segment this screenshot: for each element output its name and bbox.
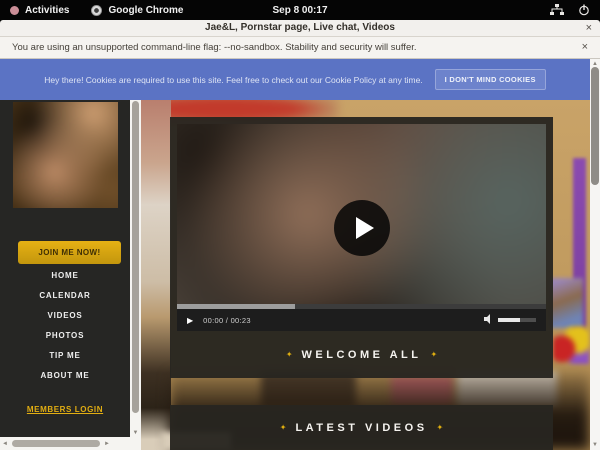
sidebar-photo-blur	[13, 102, 118, 208]
welcome-heading: ✦ WELCOME ALL ✦	[170, 331, 553, 378]
window-title-bar: Jae&L, Pornstar page, Live chat, Videos …	[0, 20, 600, 37]
window-title: Jae&L, Pornstar page, Live chat, Videos	[0, 22, 600, 33]
video-player[interactable]: ▶ 00:00 / 00:23	[177, 124, 546, 331]
chrome-icon	[91, 5, 102, 16]
main-content: ▶ 00:00 / 00:23	[141, 100, 590, 450]
welcome-panel: ▶ 00:00 / 00:23	[170, 117, 553, 378]
latest-videos-panel: ✦ LATEST VIDEOS ✦	[170, 405, 553, 450]
sidebar-vertical-scrollbar[interactable]: ▼	[130, 100, 141, 437]
page-vertical-scrollbar-thumb[interactable]	[591, 67, 599, 185]
screen: Activities Google Chrome Sep 8 00:17	[0, 0, 600, 450]
sidebar-menu: HOME CALENDAR VIDEOS PHOTOS TIP ME ABOUT…	[0, 265, 130, 385]
diamond-icon: ✦	[437, 423, 444, 432]
join-me-now-button[interactable]: JOIN ME NOW!	[18, 241, 121, 264]
sidebar: JOIN ME NOW! HOME CALENDAR VIDEOS PHOTOS…	[0, 100, 130, 437]
sidebar-item-videos[interactable]: VIDEOS	[0, 305, 130, 325]
activities-button[interactable]: Activities	[10, 5, 69, 16]
window-close-button[interactable]: ×	[586, 21, 592, 35]
activities-label: Activities	[25, 5, 69, 16]
volume-icon[interactable]	[484, 311, 494, 329]
sidebar-horizontal-scrollbar-thumb[interactable]	[12, 440, 100, 447]
background-photo-blob	[141, 100, 171, 450]
cookie-banner: Hey there! Cookies are required to use t…	[0, 59, 590, 100]
diamond-icon: ✦	[286, 350, 293, 359]
sidebar-horizontal-scrollbar[interactable]: ◄ ►	[0, 437, 141, 450]
recording-dot-icon	[10, 6, 19, 15]
background-photo-blob	[553, 326, 589, 364]
latest-videos-heading: ✦ LATEST VIDEOS ✦	[280, 404, 444, 450]
sidebar-profile-photo	[13, 102, 118, 208]
welcome-title: WELCOME ALL	[302, 349, 422, 361]
sidebar-vertical-scrollbar-thumb[interactable]	[132, 101, 139, 413]
latest-videos-title: LATEST VIDEOS	[295, 422, 427, 434]
network-icon[interactable]	[550, 4, 564, 16]
volume-level	[498, 318, 520, 322]
background-photo-blob	[549, 278, 583, 328]
notification-message: You are using an unsupported command-lin…	[12, 42, 417, 53]
browser-notification-bar: You are using an unsupported command-lin…	[0, 37, 600, 59]
sidebar-item-about-me[interactable]: ABOUT ME	[0, 365, 130, 385]
app-menu-button[interactable]: Google Chrome	[91, 5, 183, 16]
video-controls-bar: ▶ 00:00 / 00:23	[177, 309, 546, 331]
scroll-down-arrow-icon[interactable]: ▼	[130, 430, 141, 436]
members-login-link[interactable]: MEMBERS LOGIN	[0, 405, 130, 414]
sidebar-item-home[interactable]: HOME	[0, 265, 130, 285]
scroll-right-arrow-icon[interactable]: ►	[102, 441, 112, 447]
video-time-display: 00:00 / 00:23	[203, 316, 251, 325]
sidebar-item-tip-me[interactable]: TIP ME	[0, 345, 130, 365]
diamond-icon: ✦	[430, 350, 437, 359]
system-top-bar: Activities Google Chrome Sep 8 00:17	[0, 0, 600, 20]
scroll-left-arrow-icon[interactable]: ◄	[0, 441, 10, 447]
power-icon[interactable]	[578, 4, 590, 16]
small-play-icon[interactable]: ▶	[187, 316, 193, 325]
volume-slider[interactable]	[498, 318, 536, 322]
play-button[interactable]	[334, 200, 390, 256]
scroll-down-arrow-icon[interactable]: ▼	[590, 442, 600, 448]
page-viewport: Hey there! Cookies are required to use t…	[0, 59, 600, 450]
clock[interactable]: Sep 8 00:17	[272, 5, 327, 16]
diamond-icon: ✦	[280, 423, 287, 432]
sidebar-item-photos[interactable]: PHOTOS	[0, 325, 130, 345]
app-menu-label: Google Chrome	[108, 5, 183, 16]
cookie-accept-button[interactable]: I DON'T MIND COOKIES	[435, 69, 546, 90]
cookie-message: Hey there! Cookies are required to use t…	[44, 75, 422, 85]
notification-close-button[interactable]: ×	[582, 40, 588, 54]
sidebar-item-calendar[interactable]: CALENDAR	[0, 285, 130, 305]
page-vertical-scrollbar[interactable]: ▲ ▼	[590, 59, 600, 450]
